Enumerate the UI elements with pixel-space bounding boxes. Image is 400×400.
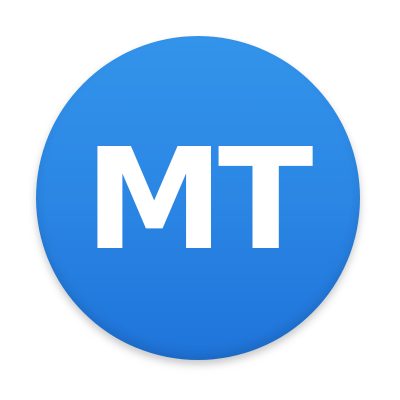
logo-text: MT	[85, 119, 313, 282]
logo-monogram: MT	[85, 119, 319, 282]
logo-canvas: MT	[0, 0, 400, 400]
